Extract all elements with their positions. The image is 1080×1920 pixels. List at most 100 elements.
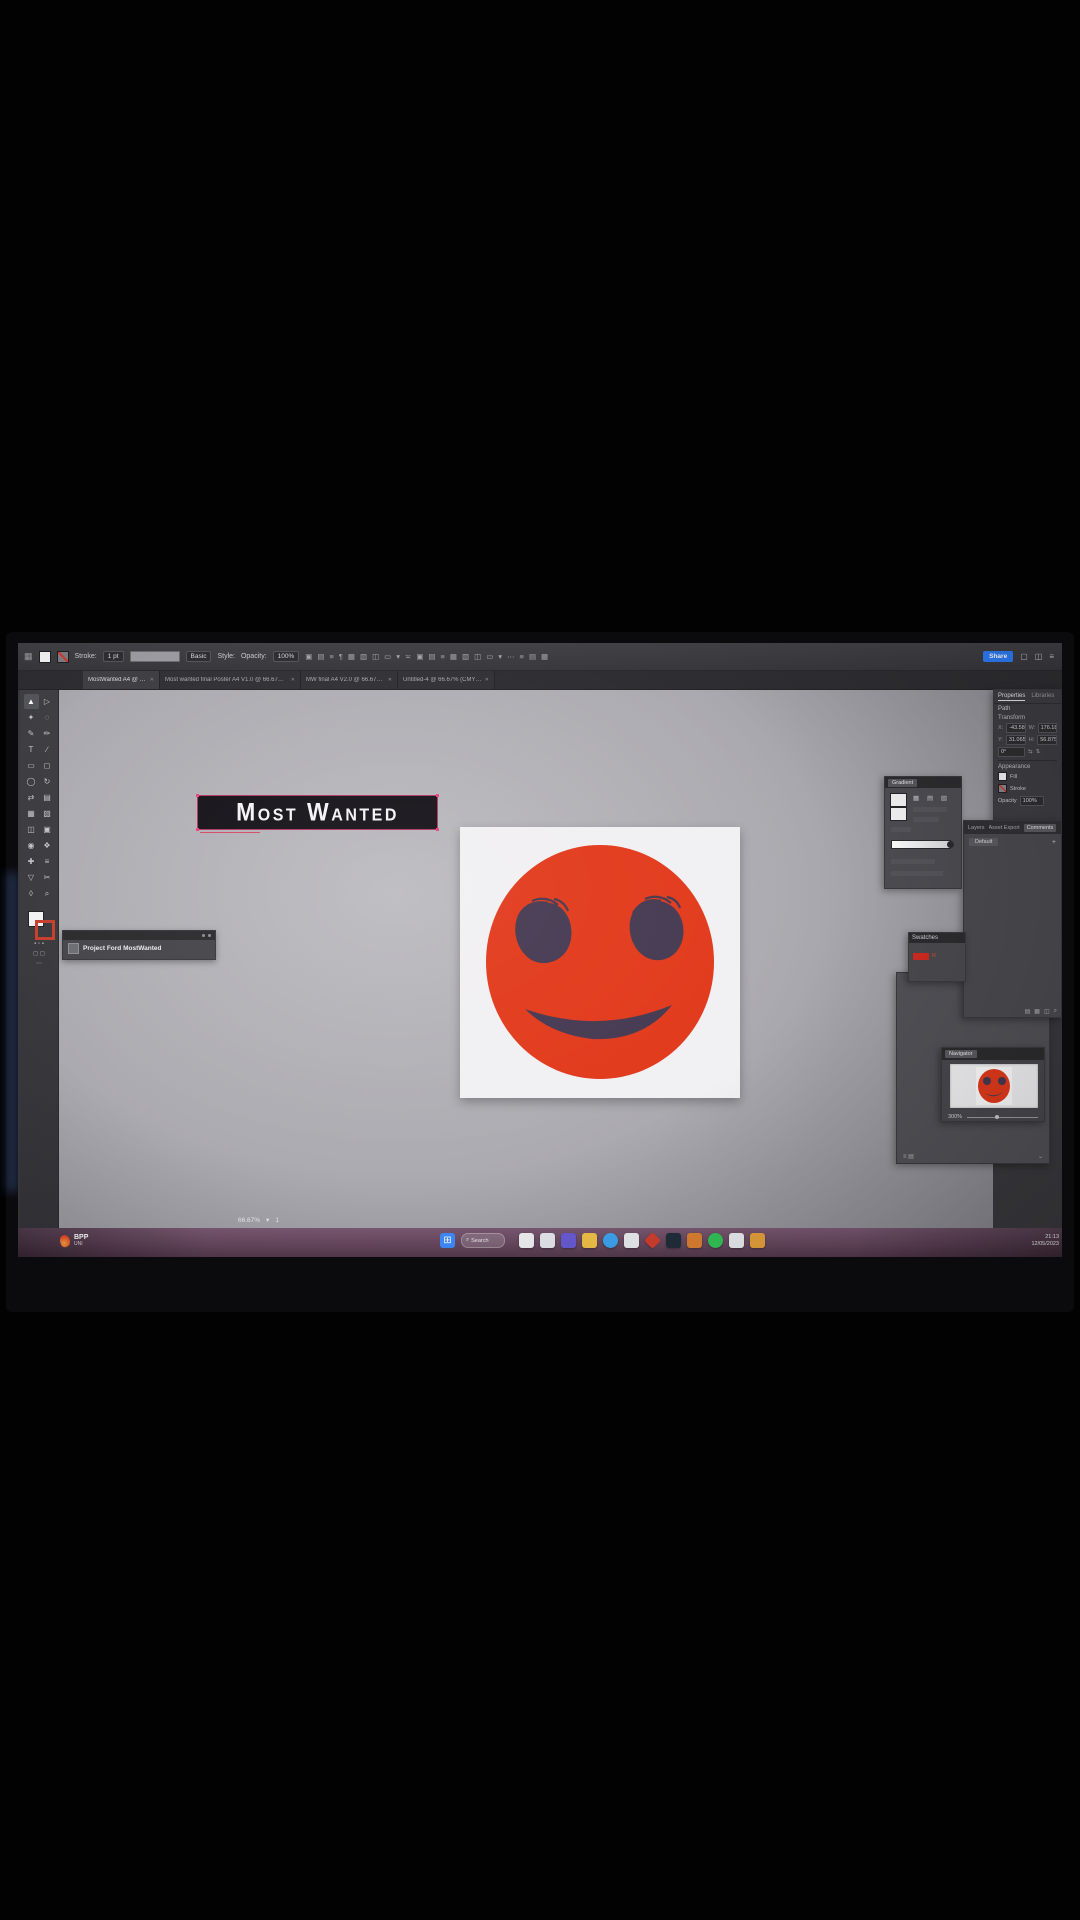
shaper-tool-icon[interactable]: ◯ xyxy=(24,774,39,789)
lasso-tool-icon[interactable]: ◌ xyxy=(40,710,55,725)
add-library-icon[interactable]: + xyxy=(1052,839,1056,846)
control-icon[interactable]: ▣ xyxy=(416,652,423,661)
stroke-weight-dropdown[interactable]: 1 pt xyxy=(103,651,124,662)
direct-selection-tool-icon[interactable]: ▷ xyxy=(40,694,55,709)
gradient-location-row[interactable] xyxy=(891,871,943,876)
zoom-dropdown-icon[interactable]: ▾ xyxy=(266,1216,269,1224)
control-icon[interactable]: ≡ xyxy=(520,652,524,661)
zoom-level[interactable]: 66.67% xyxy=(238,1217,260,1224)
navigator-zoom-value[interactable]: 300% xyxy=(948,1114,962,1120)
rotate-field[interactable]: 0° xyxy=(998,747,1025,757)
stroke-swatch[interactable] xyxy=(57,651,69,663)
flip-vertical-icon[interactable]: ⇅ xyxy=(1036,749,1041,755)
color-mode-icons[interactable]: ▪ ▫ ▪ xyxy=(34,941,44,947)
powerpoint-icon[interactable] xyxy=(687,1233,702,1248)
start-button[interactable]: ⊞ xyxy=(440,1233,455,1248)
eyedropper-tool-icon[interactable]: ◉ xyxy=(24,838,39,853)
stroke-color-swatch[interactable] xyxy=(998,784,1007,793)
rectangle-tool-icon[interactable]: ▭ xyxy=(24,758,39,773)
control-icon[interactable]: ▤ xyxy=(317,652,324,661)
curvature-tool-icon[interactable]: ✏ xyxy=(40,726,55,741)
selection-handle[interactable] xyxy=(436,828,439,831)
gradient-type-icons[interactable]: ▦ ▤ ▧ xyxy=(913,794,950,802)
fill-color-swatch[interactable] xyxy=(998,772,1007,781)
control-icon[interactable]: ▧ xyxy=(360,652,367,661)
magic-wand-tool-icon[interactable]: ✦ xyxy=(24,710,39,725)
document-tab[interactable]: Most wanted final Poster A4 V1.0 @ 66.67… xyxy=(160,671,301,689)
graph-tool-icon[interactable]: ≡ xyxy=(40,854,55,869)
y-field[interactable]: 31.0659 xyxy=(1006,735,1026,745)
panel-close-icon[interactable] xyxy=(208,934,211,937)
document-icon[interactable]: ▢ xyxy=(1020,652,1028,661)
brush-definition-dropdown[interactable]: Basic xyxy=(186,651,212,662)
terminal-icon[interactable] xyxy=(666,1233,681,1248)
control-icon[interactable]: ▭ xyxy=(384,652,391,661)
tab-close-icon[interactable]: ✕ xyxy=(485,677,489,683)
shape-builder-tool-icon[interactable]: ▧ xyxy=(40,806,55,821)
control-icon[interactable]: ▤ xyxy=(529,652,536,661)
rotate-tool-icon[interactable]: ↻ xyxy=(40,774,55,789)
media-icon[interactable] xyxy=(644,1232,661,1249)
gradient-stroke-box[interactable] xyxy=(890,807,907,821)
opacity-field[interactable]: 100% xyxy=(1020,796,1044,806)
sync-icon[interactable]: ▤ xyxy=(1025,1008,1031,1015)
gradient-panel-tab[interactable]: Gradient xyxy=(888,779,917,787)
paintbrush-tool-icon[interactable]: ◻ xyxy=(40,758,55,773)
selection-handle[interactable] xyxy=(436,794,439,797)
x-field[interactable]: -43.587 xyxy=(1006,723,1025,733)
tab-asset-export[interactable]: Asset Export xyxy=(989,825,1020,831)
control-icon[interactable]: ≍ xyxy=(405,652,411,661)
file-icon[interactable] xyxy=(540,1233,555,1248)
tab-layers[interactable]: Layers xyxy=(968,825,985,831)
control-icon[interactable]: ▦ xyxy=(541,652,548,661)
hand-tool-icon[interactable]: ◊ xyxy=(24,886,39,901)
width-tool-icon[interactable]: ▤ xyxy=(40,790,55,805)
navigator-tab[interactable]: Navigator xyxy=(945,1050,977,1058)
symbol-sprayer-tool-icon[interactable]: ✚ xyxy=(24,854,39,869)
document-tab[interactable]: MW final A4 V2.0 @ 66.67% (CMYK/Preview)… xyxy=(301,671,398,689)
control-icon[interactable]: ▭ xyxy=(486,652,493,661)
file-explorer-icon[interactable] xyxy=(582,1233,597,1248)
document-tab[interactable]: Untitled-4 @ 66.67% (CMYK/GPU Preview)✕ xyxy=(398,671,495,689)
taskbar-clock[interactable]: 21:13 12/05/2023 xyxy=(1031,1234,1059,1248)
photos-icon[interactable] xyxy=(624,1233,639,1248)
flip-horizontal-icon[interactable]: ⇆ xyxy=(1028,749,1033,755)
selection-handle[interactable] xyxy=(196,828,199,831)
control-icon[interactable]: ▾ xyxy=(396,652,400,661)
face-circle[interactable] xyxy=(486,845,714,1079)
tab-close-icon[interactable]: ✕ xyxy=(388,677,392,683)
control-icon[interactable]: ▾ xyxy=(498,652,502,661)
navigator-slider-thumb[interactable] xyxy=(995,1115,999,1119)
settings-icon[interactable] xyxy=(750,1233,765,1248)
canvas[interactable]: Most Wanted xyxy=(58,689,993,1228)
artboard-nav-value[interactable]: 1 xyxy=(275,1217,279,1224)
selected-text-object[interactable]: Most Wanted xyxy=(197,795,438,830)
slice-tool-icon[interactable]: ✂ xyxy=(40,870,55,885)
gradient-option-row[interactable] xyxy=(913,807,947,812)
control-icon[interactable]: ≡ xyxy=(441,652,445,661)
search-library-icon[interactable]: ⌕ xyxy=(1054,1008,1057,1015)
discord-icon[interactable] xyxy=(561,1233,576,1248)
red-color-swatch[interactable] xyxy=(913,953,929,960)
taskbar-search[interactable]: ⌕ Search xyxy=(461,1233,505,1248)
panel-resize-icon[interactable]: ⌄ xyxy=(1038,1153,1043,1160)
selection-handle[interactable] xyxy=(196,794,199,797)
notepad-icon[interactable] xyxy=(519,1233,534,1248)
gradient-angle-row[interactable] xyxy=(891,827,911,832)
gradient-stops-row[interactable] xyxy=(891,859,935,864)
pen-tool-icon[interactable]: ✎ xyxy=(24,726,39,741)
type-tool-icon[interactable]: T xyxy=(24,742,39,757)
control-icon[interactable]: ≡ xyxy=(329,652,333,661)
h-field[interactable]: 56.8752 xyxy=(1037,735,1057,745)
swatches-panel-tab[interactable]: Swatches xyxy=(912,935,938,941)
fill-swatch[interactable] xyxy=(39,651,51,663)
control-icon[interactable]: ▦ xyxy=(450,652,457,661)
selection-tool-icon[interactable]: ▲ xyxy=(24,694,39,709)
gradient-option-row[interactable] xyxy=(913,817,939,822)
mesh-tool-icon[interactable]: ▣ xyxy=(40,822,55,837)
list-view-icon[interactable]: ◫ xyxy=(1044,1008,1050,1015)
document-tab[interactable]: MostWanted A4 @ 66.67% (CMYK/Preview)✕ xyxy=(83,671,160,689)
artboard-tool-icon[interactable]: ▽ xyxy=(24,870,39,885)
control-icon[interactable]: ▧ xyxy=(462,652,469,661)
control-icon[interactable]: ▦ xyxy=(348,652,355,661)
